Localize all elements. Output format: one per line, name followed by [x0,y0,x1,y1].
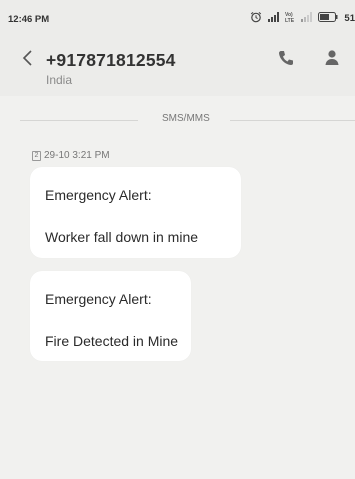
message-bubble[interactable]: Emergency Alert: Fire Detected in Mine [30,271,191,361]
status-bar: 12:46 PM Vo) LTE 51 [0,0,355,36]
divider-line [20,120,138,121]
person-icon[interactable] [322,48,342,68]
battery-icon [318,11,338,25]
battery-percent: 51 [344,12,355,24]
message-thread[interactable]: SMS/MMS 2 29-10 3:21 PM Emergency Alert:… [0,96,355,479]
messaging-screen: 12:46 PM Vo) LTE 51 +917871812554 India … [0,0,355,479]
message-bubble[interactable]: Emergency Alert: Worker fall down in min… [30,167,241,258]
signal-weak-icon [301,11,313,25]
message-title: Emergency Alert: [45,187,152,203]
divider-line [230,120,355,121]
status-time: 12:46 PM [8,14,50,25]
channel-label: SMS/MMS [162,113,210,124]
sim-icon: 2 [32,150,41,161]
message-body: Fire Detected in Mine [45,333,179,349]
phone-icon[interactable] [276,48,296,68]
volte-icon: Vo) LTE [285,11,295,26]
contact-subtitle: India [46,73,73,87]
contact-number: +917871812554 [46,50,176,70]
message-timestamp: 2 29-10 3:21 PM [32,150,110,161]
message-title: Emergency Alert: [45,291,152,307]
alarm-icon [250,11,262,26]
channel-divider: SMS/MMS [20,113,355,127]
message-body: Worker fall down in mine [45,229,199,245]
svg-text:LTE: LTE [285,18,295,23]
timestamp-text: 29-10 3:21 PM [44,150,110,161]
conversation-header: +917871812554 India [0,36,355,96]
status-icons: Vo) LTE 51 [250,11,355,25]
back-arrow-icon[interactable] [20,47,36,69]
signal-icon [268,11,280,25]
